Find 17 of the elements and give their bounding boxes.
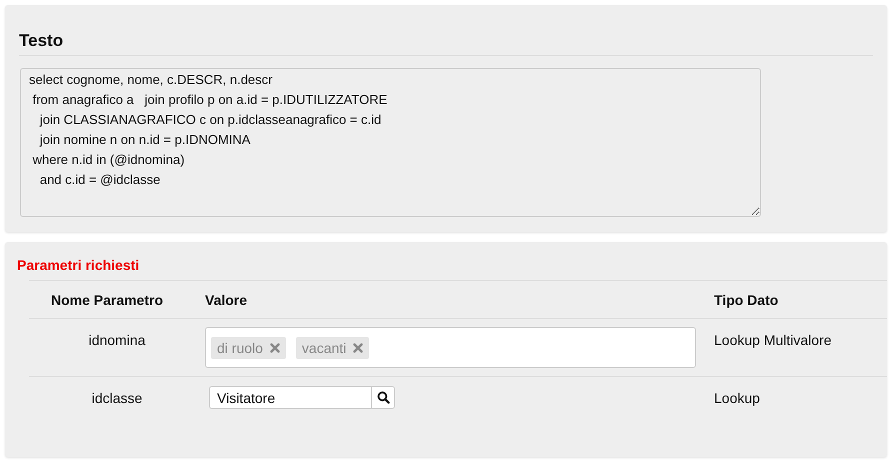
tag-label: vacanti [302, 340, 346, 356]
column-header: Valore [205, 292, 248, 308]
data-type: Lookup Multivalore [714, 331, 833, 350]
search-icon [376, 391, 390, 404]
parameter-name: idnomina [88, 331, 146, 350]
column-header: Nome Parametro [50, 292, 164, 308]
search-button[interactable] [371, 386, 395, 409]
remove-icon[interactable] [353, 342, 364, 352]
section-title: Parametri richiesti [17, 257, 140, 273]
lookup-field[interactable]: Visitatore [209, 386, 371, 409]
query-textarea[interactable]: select cognome, nome, c.DESCR, n.descr from anagrafico a join profilo p on a.id = p.IDUTILIZZATORE join CLASSIANAGRAFICO c on p.idclasseanagrafico = c.id join nomine n on n.id = p.IDNOMINA where n.id in (@idnomina) and c.id = @idclasse [20, 68, 761, 217]
panel-title: Testo [19, 31, 64, 51]
tag-label: di ruolo [217, 340, 263, 356]
data-type: Lookup [714, 389, 761, 408]
parameter-name: idclasse [90, 389, 144, 408]
column-header: Tipo Dato [714, 292, 780, 308]
remove-icon[interactable] [270, 342, 280, 352]
